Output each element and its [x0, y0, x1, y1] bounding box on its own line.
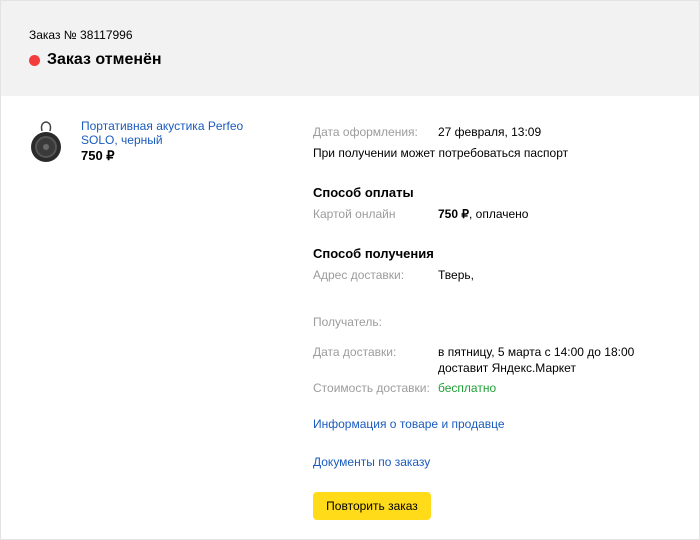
order-header: Заказ № 38117996 Заказ отменён	[1, 1, 699, 96]
order-card: Заказ № 38117996 Заказ отменён Портативн…	[0, 0, 700, 540]
product-name-link[interactable]: Портативная акустика Perfeo SOLO, черный	[81, 119, 281, 147]
order-date-label: Дата оформления:	[313, 125, 418, 139]
recipient-label: Получатель:	[313, 315, 382, 329]
product-info-link[interactable]: Информация о товаре и продавце	[313, 417, 505, 431]
status-dot-icon	[29, 54, 40, 66]
documents-link[interactable]: Документы по заказу	[313, 455, 430, 469]
status-text: Заказ отменён	[47, 51, 162, 68]
delivery-date-value: в пятницу, 5 марта с 14:00 до 18:00 дост…	[438, 345, 635, 375]
address-label: Адрес доставки:	[313, 268, 405, 282]
passport-note: При получении может потребоваться паспор…	[313, 146, 569, 160]
payment-method-label: Картой онлайн	[313, 207, 396, 221]
order-number: Заказ № 38117996	[29, 28, 133, 42]
delivery-cost-value: бесплатно	[438, 381, 497, 395]
order-status: Заказ отменён	[29, 51, 162, 69]
payment-status: , оплачено	[469, 207, 529, 221]
address-value: Тверь,	[438, 268, 474, 282]
payment-value: 750 ₽, оплачено	[438, 207, 528, 221]
product-price: 750 ₽	[81, 148, 115, 163]
payment-section-title: Способ оплаты	[313, 185, 414, 200]
payment-amount: 750 ₽	[438, 207, 469, 221]
delivery-date-label: Дата доставки:	[313, 345, 397, 359]
delivery-cost-label: Стоимость доставки:	[313, 381, 430, 395]
delivery-section-title: Способ получения	[313, 246, 434, 261]
portable-speaker-icon[interactable]	[28, 121, 64, 163]
order-date-value: 27 февраля, 13:09	[438, 125, 542, 139]
repeat-order-button[interactable]: Повторить заказ	[313, 492, 431, 520]
